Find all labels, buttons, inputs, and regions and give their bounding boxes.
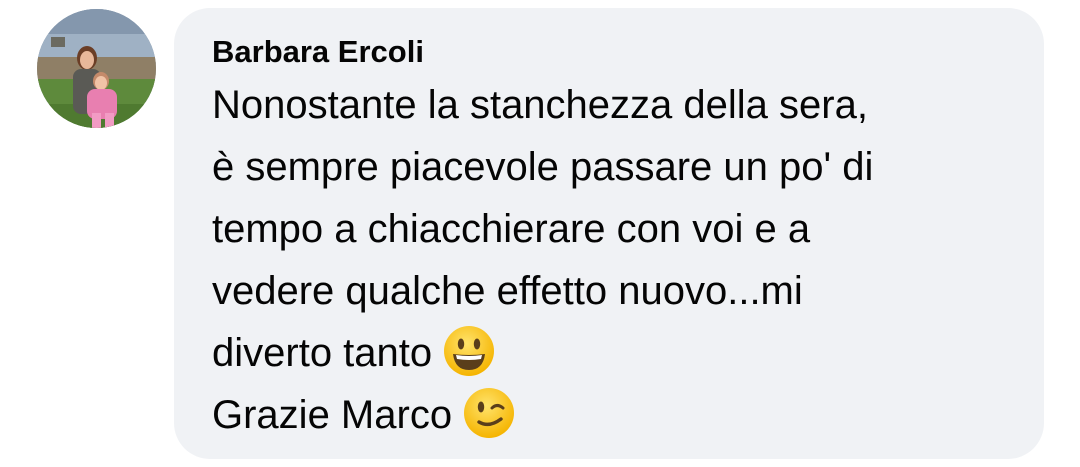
winking-face-emoji (462, 386, 516, 440)
grinning-face-emoji (442, 324, 496, 378)
comment-text-fragment: Grazie Marco (212, 393, 453, 437)
comment-text-line-with-emoji: diverto tanto (212, 322, 1014, 384)
avatar[interactable] (37, 9, 156, 128)
comment-author-name[interactable]: Barbara Ercoli (212, 30, 1014, 74)
avatar-photo (37, 9, 156, 128)
comment-text-line: vedere qualche effetto nuovo...mi (212, 269, 803, 313)
comment-text-fragment: diverto tanto (212, 331, 433, 375)
comment-text-line: è sempre piacevole passare un po' di (212, 145, 874, 189)
comment-text-line-with-emoji: Grazie Marco (212, 384, 1014, 446)
comment: Barbara Ercoli Nonostante la stanchezza … (0, 0, 1080, 467)
comment-text-line: tempo a chiacchierare con voi e a (212, 207, 811, 251)
comment-bubble: Barbara Ercoli Nonostante la stanchezza … (174, 8, 1044, 459)
comment-text-line: Nonostante la stanchezza della sera, (212, 83, 868, 127)
